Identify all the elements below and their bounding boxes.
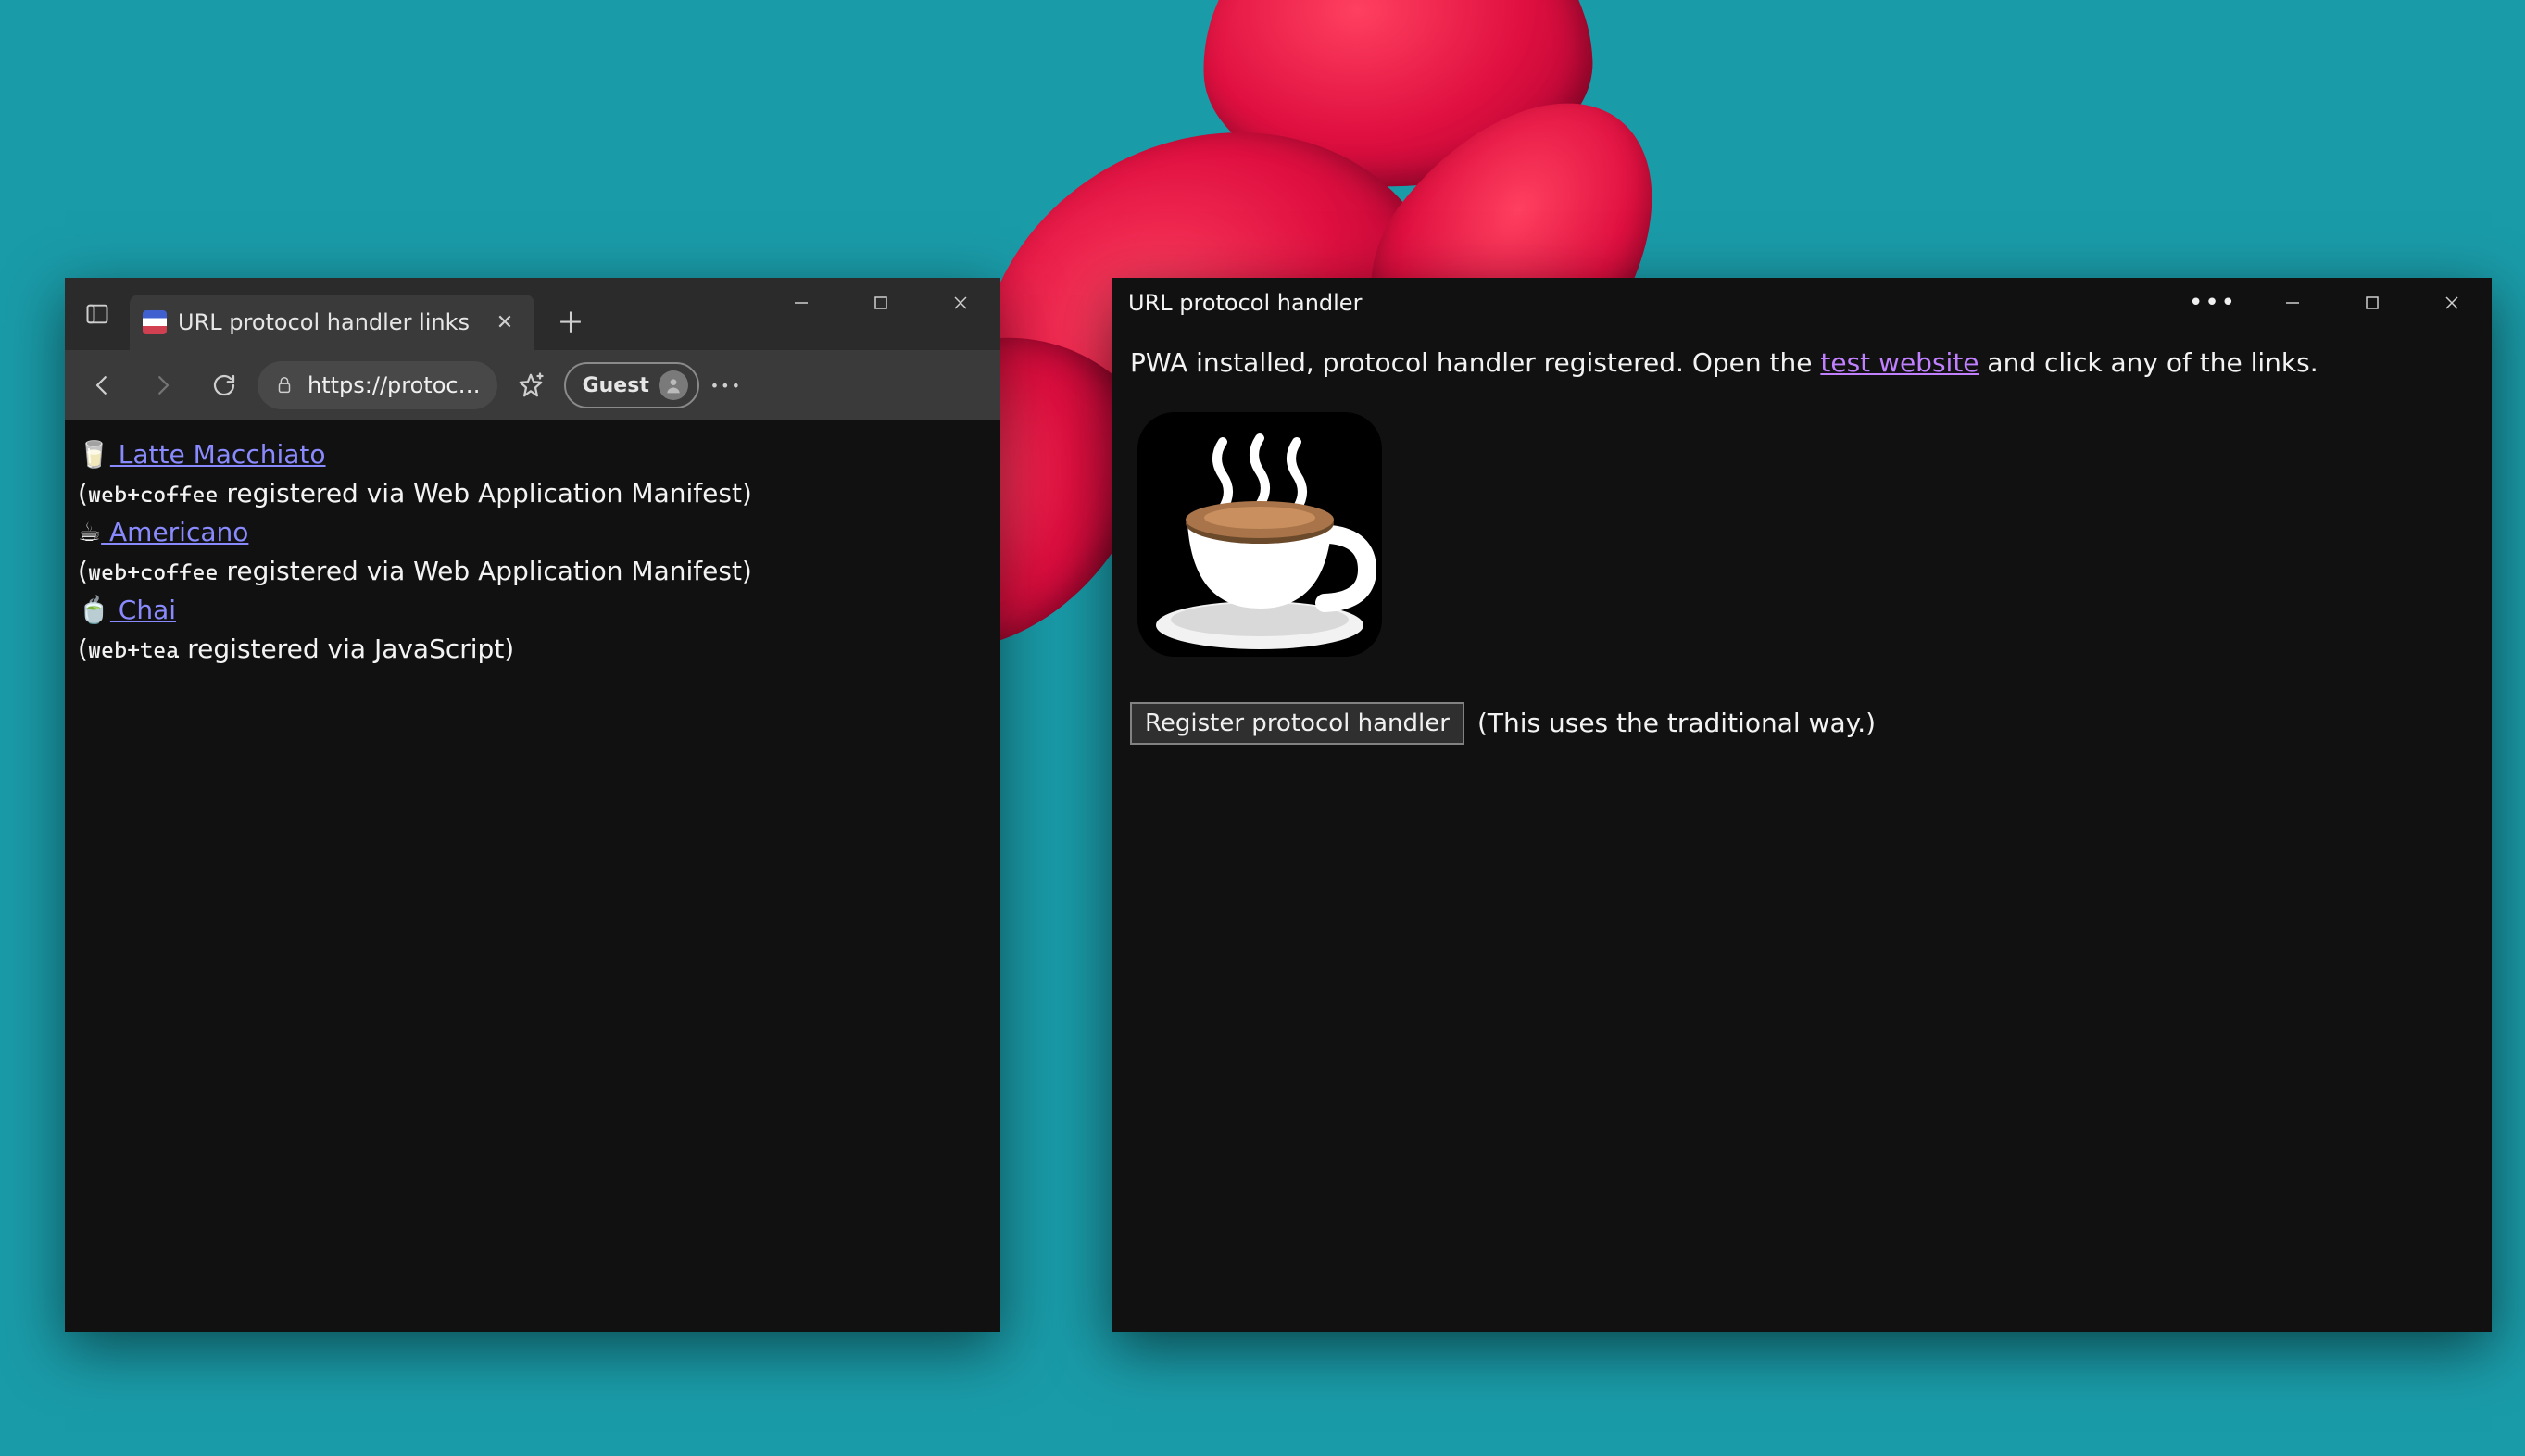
close-tab-icon[interactable]: ✕ xyxy=(488,306,521,339)
close-window-button[interactable] xyxy=(921,278,1000,328)
app-window: URL protocol handler ••• PWA installed, … xyxy=(1112,278,2492,1332)
app-titlebar[interactable]: URL protocol handler ••• xyxy=(1112,278,2492,328)
app-title: URL protocol handler xyxy=(1128,290,1362,316)
new-tab-button[interactable]: ＋ xyxy=(547,297,594,344)
browser-window: URL protocol handler links ✕ ＋ https://p… xyxy=(65,278,1000,1332)
drink-emoji: ☕ xyxy=(78,517,101,547)
more-menu-button[interactable]: ••• xyxy=(705,377,747,395)
list-item: 🥛 Latte Macchiato (web+coffee registered… xyxy=(78,435,987,513)
browser-titlebar[interactable]: URL protocol handler links ✕ ＋ xyxy=(65,278,1000,350)
back-button[interactable] xyxy=(74,361,130,409)
detail-text: (web+coffee registered via Web Applicati… xyxy=(78,556,752,586)
minimize-button[interactable] xyxy=(2253,278,2332,328)
favicon-icon xyxy=(143,310,167,334)
avatar-icon xyxy=(659,370,688,400)
link-test-website[interactable]: test website xyxy=(1820,347,1979,378)
detail-text: (web+coffee registered via Web Applicati… xyxy=(78,478,752,508)
favorites-button[interactable] xyxy=(503,361,559,409)
minimize-button[interactable] xyxy=(761,278,841,328)
address-text: https://protoc… xyxy=(308,372,481,398)
address-bar[interactable]: https://protoc… xyxy=(258,361,497,409)
coffee-cup-icon xyxy=(1130,405,1389,675)
drink-emoji: 🍵 xyxy=(78,595,110,625)
profile-button[interactable]: Guest xyxy=(564,362,699,408)
forward-button[interactable] xyxy=(135,361,191,409)
register-protocol-handler-button[interactable]: Register protocol handler xyxy=(1130,702,1464,745)
link-chai[interactable]: Chai xyxy=(110,595,176,625)
close-window-button[interactable] xyxy=(2412,278,2492,328)
detail-text: (web+tea registered via JavaScript) xyxy=(78,634,514,664)
app-more-menu-button[interactable]: ••• xyxy=(2192,278,2234,328)
link-latte-macchiato[interactable]: Latte Macchiato xyxy=(110,439,326,470)
profile-label: Guest xyxy=(583,374,649,397)
drink-emoji: 🥛 xyxy=(78,439,110,470)
browser-tab[interactable]: URL protocol handler links ✕ xyxy=(130,295,534,350)
status-text: PWA installed, protocol handler register… xyxy=(1130,345,2473,383)
browser-page-content: 🥛 Latte Macchiato (web+coffee registered… xyxy=(65,420,1000,1332)
maximize-button[interactable] xyxy=(2332,278,2412,328)
list-item: 🍵 Chai (web+tea registered via JavaScrip… xyxy=(78,591,987,669)
refresh-button[interactable] xyxy=(196,361,252,409)
browser-toolbar: https://protoc… Guest ••• xyxy=(65,350,1000,420)
tab-title: URL protocol handler links xyxy=(178,309,470,335)
app-window-controls: ••• xyxy=(2192,278,2492,328)
list-item: ☕ Americano (web+coffee registered via W… xyxy=(78,513,987,591)
vertical-tabs-icon[interactable] xyxy=(65,278,130,350)
app-content: PWA installed, protocol handler register… xyxy=(1112,328,2492,1332)
button-note: (This uses the traditional way.) xyxy=(1477,705,1876,743)
browser-window-controls xyxy=(761,278,1000,328)
link-americano[interactable]: Americano xyxy=(101,517,248,547)
maximize-button[interactable] xyxy=(841,278,921,328)
